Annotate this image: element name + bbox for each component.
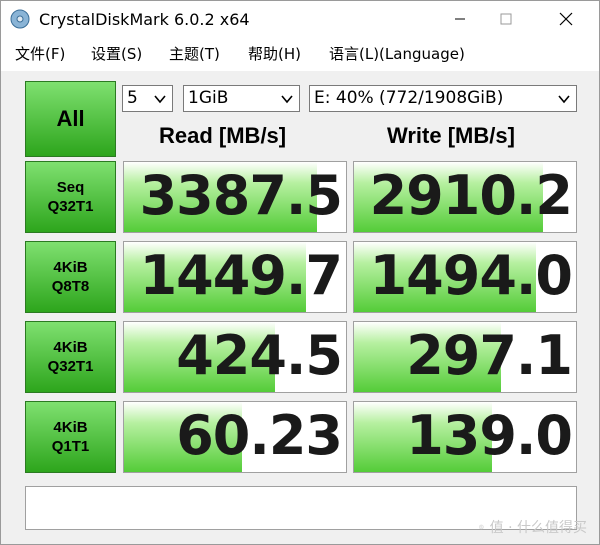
test-label-line1: Seq <box>56 179 85 196</box>
test-label-line1: 4KiB <box>53 339 88 356</box>
menu-theme[interactable]: 主题(T) <box>169 43 220 64</box>
write-value: 297.1 <box>406 324 573 387</box>
test-label-line2: Q8T8 <box>51 278 90 295</box>
test-button-4kib-q1t1[interactable]: 4KiB Q1T1 <box>25 401 116 473</box>
svg-text:值: 值 <box>480 524 483 529</box>
write-result-seq-q32t1: 2910.2 <box>353 161 577 233</box>
test-button-4kib-q8t8[interactable]: 4KiB Q8T8 <box>25 241 116 313</box>
test-label-line2: Q1T1 <box>51 438 90 455</box>
read-value: 60.23 <box>176 404 343 467</box>
write-result-4kib-q1t1: 139.0 <box>353 401 577 473</box>
menu-file[interactable]: 文件(F) <box>15 43 65 64</box>
count-value: 5 <box>127 88 138 108</box>
read-result-seq-q32t1: 3387.5 <box>123 161 347 233</box>
close-button[interactable] <box>543 1 589 37</box>
size-select[interactable]: 1GiB <box>183 85 300 112</box>
minimize-button[interactable] <box>437 1 483 37</box>
watermark-logo-icon: 值 <box>479 524 484 530</box>
test-label-line2: Q32T1 <box>47 358 94 375</box>
drive-value: E: 40% (772/1908GiB) <box>314 88 504 108</box>
test-button-4kib-q32t1[interactable]: 4KiB Q32T1 <box>25 321 116 393</box>
read-result-4kib-q8t8: 1449.7 <box>123 241 347 313</box>
main-panel: All 5 1GiB E: 40% (772/1908GiB) Read [MB… <box>1 71 599 544</box>
chevron-down-icon <box>281 95 293 104</box>
read-result-4kib-q32t1: 424.5 <box>123 321 347 393</box>
chevron-down-icon <box>558 95 570 104</box>
write-value: 139.0 <box>406 404 573 467</box>
close-icon <box>559 12 573 26</box>
read-value: 3387.5 <box>139 164 343 227</box>
app-icon <box>10 9 30 29</box>
watermark-text: 值 · 什么值得买 <box>489 520 587 536</box>
count-select[interactable]: 5 <box>122 85 173 112</box>
write-result-4kib-q32t1: 297.1 <box>353 321 577 393</box>
write-value: 2910.2 <box>369 164 573 227</box>
maximize-icon <box>500 13 512 25</box>
write-value: 1494.0 <box>369 244 573 307</box>
read-result-4kib-q1t1: 60.23 <box>123 401 347 473</box>
test-button-seq-q32t1[interactable]: Seq Q32T1 <box>25 161 116 233</box>
menu-language[interactable]: 语言(L)(Language) <box>329 43 465 64</box>
size-value: 1GiB <box>188 88 229 108</box>
drive-select[interactable]: E: 40% (772/1908GiB) <box>309 85 577 112</box>
test-label-line1: 4KiB <box>53 419 88 436</box>
all-button[interactable]: All <box>25 81 116 157</box>
write-result-4kib-q8t8: 1494.0 <box>353 241 577 313</box>
window-title: CrystalDiskMark 6.0.2 x64 <box>39 10 250 29</box>
test-label-line1: 4KiB <box>53 259 88 276</box>
test-label-line2: Q32T1 <box>47 198 94 215</box>
title-bar: CrystalDiskMark 6.0.2 x64 <box>1 1 599 37</box>
read-value: 424.5 <box>176 324 343 387</box>
read-value: 1449.7 <box>139 244 343 307</box>
maximize-button[interactable] <box>483 1 529 37</box>
minimize-icon <box>455 18 465 20</box>
write-header: Write [MB/s] <box>387 123 515 148</box>
watermark: 值 值 · 什么值得买 <box>479 517 587 537</box>
read-header: Read [MB/s] <box>159 123 287 148</box>
menu-bar: 文件(F) 设置(S) 主题(T) 帮助(H) 语言(L)(Language) <box>1 39 599 69</box>
menu-settings[interactable]: 设置(S) <box>91 43 142 64</box>
crystaldiskmark-window: CrystalDiskMark 6.0.2 x64 文件(F) 设置(S) 主题… <box>0 0 600 545</box>
chevron-down-icon <box>154 95 166 104</box>
menu-help[interactable]: 帮助(H) <box>248 43 301 64</box>
